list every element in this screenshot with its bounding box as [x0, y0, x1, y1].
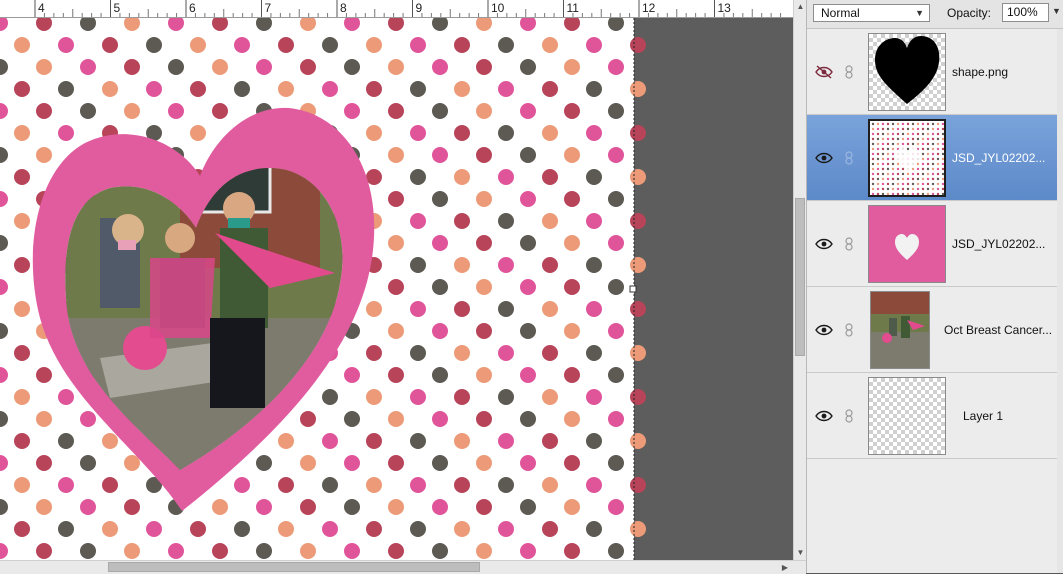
opacity-field[interactable]: 100% — [1002, 3, 1049, 22]
opacity-dropdown-icon[interactable]: ▼ — [1052, 6, 1061, 16]
layer-name: Oct Breast Cancer... — [944, 323, 1052, 337]
link-icon[interactable] — [844, 409, 854, 423]
layer-name: JSD_JYL02202... — [952, 237, 1046, 251]
eye-icon[interactable] — [815, 151, 833, 165]
layer-row-paper[interactable]: JSD_JYL02202... — [807, 115, 1063, 201]
layer-thumbnail — [870, 291, 930, 369]
ruler-label: 8 — [340, 1, 347, 15]
photo-thumbnail — [871, 292, 929, 368]
vertical-scrollbar[interactable]: ▲ ▼ — [793, 0, 807, 560]
layer-name: JSD_JYL02202... — [952, 151, 1046, 165]
vertical-scroll-thumb[interactable] — [795, 198, 805, 356]
eye-icon[interactable] — [815, 409, 833, 423]
ruler-label: 5 — [114, 1, 121, 15]
heart-shape-icon — [875, 36, 940, 104]
blend-mode-value: Normal — [821, 6, 860, 20]
layer-thumbnail — [868, 119, 946, 197]
link-icon[interactable] — [844, 151, 854, 165]
layers-panel: Normal ▼ Opacity: 100% ▼ shape.png JSD_J… — [806, 0, 1063, 573]
layers-toolbar: Normal ▼ Opacity: 100% ▼ — [807, 0, 1063, 29]
document-canvas[interactable] — [0, 18, 793, 560]
ruler-label: 6 — [189, 1, 196, 15]
ruler-label: 7 — [265, 1, 272, 15]
horizontal-scrollbar[interactable]: ▶ — [0, 560, 806, 574]
horizontal-ruler: 4 5 6 7 8 9 10 11 12 13 — [0, 0, 795, 18]
link-icon[interactable] — [844, 323, 854, 337]
horizontal-scroll-thumb[interactable] — [108, 562, 480, 572]
eye-hidden-icon[interactable] — [815, 65, 833, 79]
chevron-down-icon: ▼ — [915, 8, 924, 18]
transform-handle[interactable] — [629, 285, 637, 293]
artboard[interactable] — [0, 18, 793, 560]
scroll-right-icon[interactable]: ▶ — [778, 561, 792, 574]
ruler-label: 9 — [416, 1, 423, 15]
layer-row-shape[interactable]: shape.png — [807, 29, 1063, 115]
ruler-label: 13 — [718, 1, 732, 15]
layer-thumbnail — [868, 377, 946, 455]
blend-mode-dropdown[interactable]: Normal ▼ — [813, 4, 930, 22]
layer-name: shape.png — [952, 65, 1009, 79]
eye-icon[interactable] — [815, 323, 833, 337]
ruler-label: 4 — [38, 1, 45, 15]
link-icon[interactable] — [844, 65, 854, 79]
layer-row-photo[interactable]: Oct Breast Cancer... — [807, 287, 1063, 373]
ruler-label: 10 — [491, 1, 505, 15]
layer-name: Layer 1 — [963, 409, 1004, 423]
eye-icon[interactable] — [815, 237, 833, 251]
ruler-label: 12 — [642, 1, 656, 15]
link-icon[interactable] — [844, 237, 854, 251]
layer-row-frame[interactable]: JSD_JYL02202... — [807, 201, 1063, 287]
heart-cutout-icon — [895, 234, 919, 260]
ruler-label: 11 — [567, 1, 580, 15]
panel-scrollbar[interactable] — [1057, 29, 1063, 573]
opacity-label: Opacity: — [947, 6, 992, 20]
layer-thumbnail — [868, 205, 946, 283]
ruler-ticks: 4 5 6 7 8 9 10 11 12 13 — [34, 0, 782, 17]
polka-paper-thumbnail — [871, 122, 944, 195]
layer-row-layer1[interactable]: Layer 1 — [807, 373, 1063, 459]
layer-thumbnail — [868, 33, 946, 111]
